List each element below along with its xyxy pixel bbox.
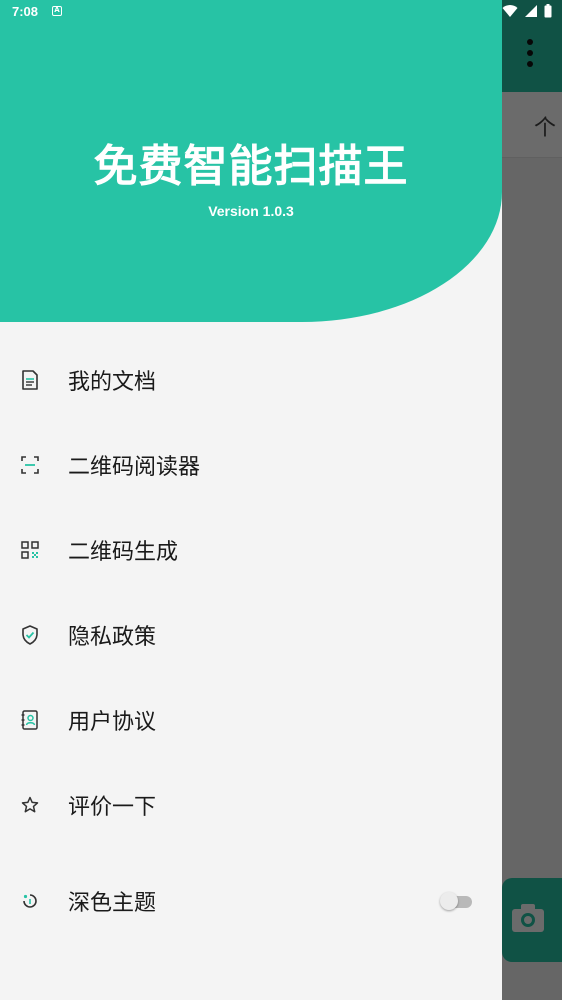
menu-label: 二维码阅读器: [68, 455, 201, 480]
menu-label: 用户协议: [68, 710, 157, 735]
app-title: 免费智能扫描王: [93, 141, 409, 192]
scan-frame-icon: [20, 455, 40, 475]
contact-book-icon: [20, 710, 40, 730]
menu-label: 我的文档: [68, 370, 157, 395]
theme-icon: [20, 891, 40, 911]
dark-theme-toggle[interactable]: [440, 892, 472, 910]
wifi-icon: [502, 5, 518, 18]
shield-check-icon: [20, 625, 40, 645]
menu-item-privacy-policy[interactable]: 隐私政策: [0, 600, 502, 670]
menu-item-my-documents[interactable]: 我的文档: [0, 345, 502, 415]
toggle-thumb: [440, 892, 458, 910]
notification-icon: A: [52, 6, 62, 16]
menu-item-rate-us[interactable]: 评价一下: [0, 770, 502, 840]
qr-code-icon: [20, 540, 40, 560]
drawer-header: 免费智能扫描王 Version 1.0.3: [0, 0, 502, 322]
menu-item-qr-generate[interactable]: 二维码生成: [0, 515, 502, 585]
status-time: 7:08: [12, 4, 39, 19]
menu-item-qr-reader[interactable]: 二维码阅读器: [0, 430, 502, 500]
star-icon: [20, 795, 40, 815]
status-bar: 7:08 A: [0, 0, 562, 24]
menu-label: 深色主题: [68, 891, 157, 916]
menu-label: 二维码生成: [68, 540, 179, 565]
navigation-drawer: 免费智能扫描王 Version 1.0.3 我的文档 二维码阅读器 二维码生成 …: [0, 0, 502, 1000]
menu-label: 评价一下: [68, 795, 157, 820]
document-icon: [20, 370, 40, 390]
menu-item-dark-theme[interactable]: 深色主题: [0, 866, 502, 936]
signal-icon: [525, 5, 537, 17]
battery-icon: [544, 4, 552, 18]
menu-label: 隐私政策: [68, 625, 157, 650]
app-version: Version 1.0.3: [208, 203, 294, 219]
menu-item-user-agreement[interactable]: 用户协议: [0, 685, 502, 755]
